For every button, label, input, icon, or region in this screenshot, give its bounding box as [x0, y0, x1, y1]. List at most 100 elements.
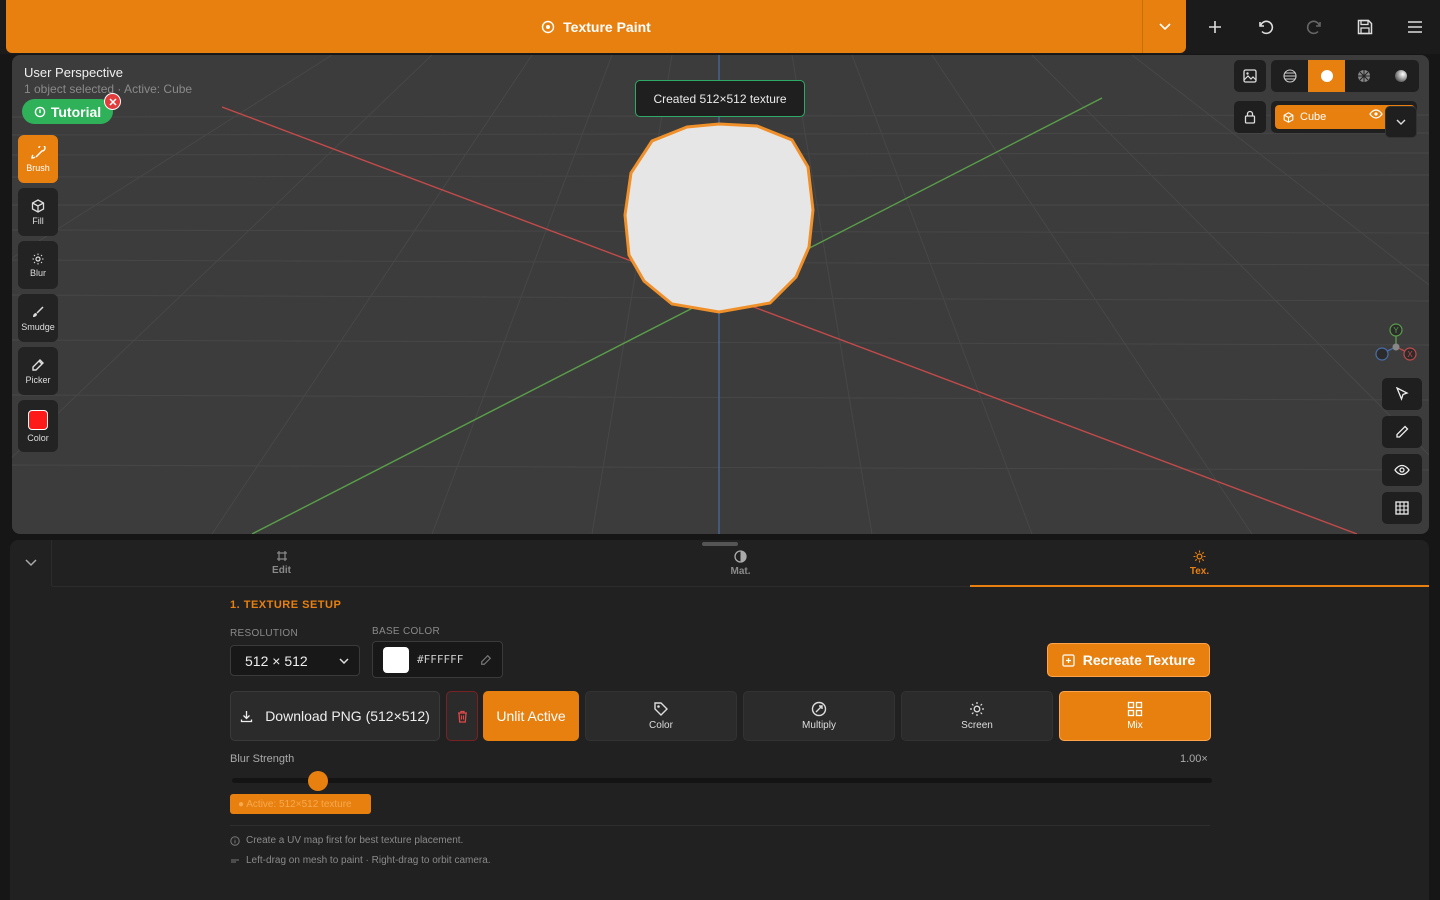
tool-label: Brush	[26, 162, 50, 173]
blend-mode-multiply[interactable]: Multiply	[743, 691, 895, 741]
shading-solid[interactable]	[1308, 60, 1345, 92]
3d-viewport[interactable]: User Perspective 1 object selected · Act…	[12, 55, 1429, 534]
shading-wireframe[interactable]	[1271, 60, 1308, 92]
tool-label: Fill	[32, 215, 44, 226]
recreate-texture-button[interactable]: Recreate Texture	[1047, 643, 1210, 677]
viewport-title: User Perspective	[24, 65, 123, 80]
tab-edit[interactable]: Edit	[52, 540, 511, 586]
blur-strength-value: 1.00×	[1180, 753, 1208, 765]
recreate-label: Recreate Texture	[1082, 652, 1196, 668]
color-swatch	[28, 409, 48, 430]
render-preview-button[interactable]	[1234, 60, 1266, 92]
save-icon	[1357, 19, 1373, 35]
grid-icon	[1127, 701, 1143, 717]
add-square-icon	[1062, 653, 1075, 667]
hint-controls: Left-drag on mesh to paint · Right-drag …	[230, 855, 491, 866]
blend-mode-screen[interactable]: Screen	[901, 691, 1053, 741]
solid-sphere-icon	[1320, 70, 1333, 82]
eye-icon[interactable]	[1369, 109, 1383, 119]
blur-strength-slider-thumb[interactable]	[308, 771, 329, 791]
gizmo-x-label: X	[1407, 350, 1413, 359]
edit-icon	[276, 551, 287, 561]
eyedropper-icon[interactable]	[480, 654, 492, 666]
blur-icon	[32, 253, 44, 264]
tool-fill[interactable]: Fill	[18, 188, 58, 236]
tutorial-close-button[interactable]	[104, 93, 121, 110]
tutorial-button[interactable]: Tutorial	[22, 99, 113, 124]
chevron-down-icon	[339, 657, 349, 664]
tool-label: Picker	[25, 374, 51, 385]
download-png-button[interactable]: Download PNG (512×512)	[230, 691, 440, 741]
blur-strength-label: Blur Strength	[230, 753, 295, 765]
select-tool-button[interactable]	[1382, 378, 1422, 410]
tool-blur[interactable]: Blur	[18, 241, 58, 289]
painted-sphere-mesh	[623, 122, 815, 314]
viewport-info: User Perspective 1 object selected · Act…	[24, 65, 192, 96]
toast-text: Created 512×512 texture	[653, 91, 787, 106]
add-button[interactable]	[1190, 0, 1240, 54]
paint-tools: Brush Fill Blur Smudge Picker Color	[18, 135, 58, 452]
undo-button[interactable]	[1240, 0, 1290, 54]
tool-picker[interactable]: Picker	[18, 347, 58, 395]
edit-tool-button[interactable]	[1382, 416, 1422, 448]
tutorial-label: Tutorial	[50, 103, 102, 120]
object-expand-button[interactable]	[1385, 106, 1417, 138]
cube-icon	[31, 198, 45, 213]
tab-texture[interactable]: Tex.	[970, 540, 1429, 587]
mode-dropdown-button[interactable]	[1142, 0, 1186, 53]
toast-notification: Created 512×512 texture	[635, 80, 805, 117]
shading-mode-group	[1271, 60, 1419, 92]
multiply-icon	[811, 701, 827, 717]
unlit-toggle-button[interactable]: Unlit Active	[483, 691, 579, 741]
axis-gizmo[interactable]: Y X	[1370, 320, 1420, 370]
smudge-icon	[33, 305, 44, 317]
tool-color[interactable]: Color	[18, 400, 58, 452]
blend-mode-label: Color	[649, 720, 673, 731]
image-icon	[1243, 69, 1257, 83]
redo-icon	[1306, 20, 1321, 35]
shading-rendered[interactable]	[1382, 60, 1419, 92]
panel-collapse-button[interactable]	[10, 540, 52, 586]
hamburger-icon	[1408, 21, 1422, 33]
tool-smudge[interactable]: Smudge	[18, 294, 58, 342]
chevron-down-icon	[24, 559, 37, 567]
base-color-swatch[interactable]	[383, 646, 409, 673]
visibility-button[interactable]	[1382, 454, 1422, 486]
base-color-label: BASE COLOR	[372, 626, 441, 637]
lock-button[interactable]	[1234, 101, 1266, 133]
save-button[interactable]	[1340, 0, 1390, 54]
hint-uv-map: Create a UV map first for best texture p…	[230, 835, 463, 846]
tool-label: Smudge	[21, 321, 55, 332]
close-icon	[108, 97, 117, 106]
blur-strength-slider[interactable]	[232, 778, 1212, 783]
mode-title: Texture Paint	[563, 18, 651, 35]
resolution-select[interactable]: 512 × 512	[230, 645, 360, 676]
shading-material[interactable]	[1345, 60, 1382, 92]
pencil-icon	[1396, 425, 1409, 438]
cube-icon	[1283, 111, 1294, 123]
base-color-field[interactable]: #FFFFFF	[372, 641, 503, 678]
viewport-grid	[12, 55, 1429, 534]
tool-brush[interactable]: Brush	[18, 135, 58, 183]
delete-texture-button[interactable]	[446, 691, 478, 741]
mode-selector[interactable]: Texture Paint	[6, 0, 1186, 53]
menu-button[interactable]	[1390, 0, 1440, 54]
blend-mode-mix[interactable]: Mix	[1059, 691, 1211, 741]
grid-toggle-button[interactable]	[1382, 492, 1422, 524]
blend-mode-color[interactable]: Color	[585, 691, 737, 741]
blend-mode-label: Multiply	[802, 720, 836, 731]
lock-icon	[1244, 110, 1256, 124]
undo-icon	[1259, 20, 1274, 35]
tab-material[interactable]: Mat.	[511, 540, 970, 586]
power-icon	[34, 106, 46, 117]
info-icon	[230, 835, 240, 846]
redo-button[interactable]	[1290, 0, 1340, 54]
hint-text: Left-drag on mesh to paint · Right-drag …	[246, 855, 491, 866]
material-icon	[734, 549, 747, 563]
tag-icon	[654, 702, 668, 716]
top-bar: Texture Paint	[0, 0, 1440, 54]
resolution-label: RESOLUTION	[230, 628, 299, 639]
cursor-icon	[1395, 387, 1409, 401]
chevron-down-icon	[1158, 22, 1171, 30]
unlit-label: Unlit Active	[496, 708, 566, 724]
